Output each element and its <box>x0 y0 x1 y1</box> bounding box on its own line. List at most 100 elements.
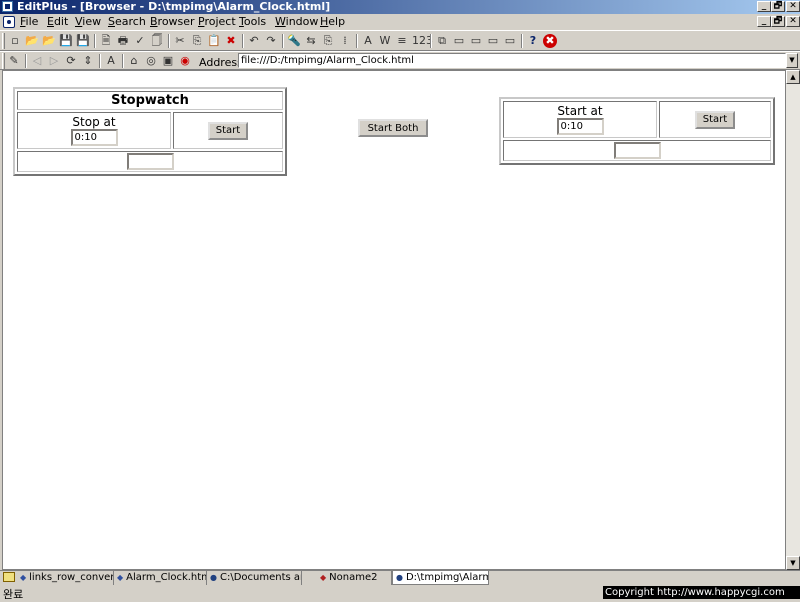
context-help-icon[interactable]: ? <box>526 34 540 48</box>
tab-alarm-clock[interactable]: ◆ Alarm_Clock.html <box>114 571 207 585</box>
document-tab-bar: ◆links_row_convert.h ◆Alarm_Clock.html ●… <box>0 570 800 585</box>
start-at-label: Start at <box>557 104 603 118</box>
window-3-icon[interactable]: ▭ <box>486 34 500 48</box>
back-icon[interactable]: ◁ <box>30 54 44 68</box>
delete-icon[interactable]: ✖ <box>224 34 238 48</box>
menu-window[interactable]: Window <box>275 15 318 29</box>
mdi-restore-button[interactable]: 🗗 <box>771 16 785 27</box>
menu-tools[interactable]: Tools <box>239 15 266 29</box>
window-1-icon[interactable]: ▭ <box>452 34 466 48</box>
screen-icon[interactable]: ⧉ <box>435 34 449 48</box>
start-both-button[interactable]: Start Both <box>358 119 428 137</box>
menu-search[interactable]: Search <box>108 15 146 29</box>
font-size-icon[interactable]: A <box>104 54 118 68</box>
stop-icon[interactable]: ✖ <box>543 34 557 48</box>
tab-links-row-convert[interactable]: ◆links_row_convert.h <box>17 571 114 585</box>
toolbar-grip[interactable] <box>2 33 5 49</box>
timer-display-cell <box>503 140 771 161</box>
home-icon[interactable]: ⌂ <box>127 54 141 68</box>
forward-icon[interactable]: ▷ <box>47 54 61 68</box>
folder-icon[interactable] <box>3 572 15 582</box>
window-2-icon[interactable]: ▭ <box>469 34 483 48</box>
status-bar: 완료 Copyright http://www.happycgi.com <box>0 585 800 601</box>
tab-noname2[interactable]: ◆ Noname2 <box>302 571 392 585</box>
timer-display-input[interactable] <box>613 142 661 159</box>
app-icon[interactable] <box>2 1 13 12</box>
tab-alarm-browser[interactable]: ● D:\tmpimg\Alarm <box>392 571 489 585</box>
edit-icon[interactable]: ✎ <box>7 54 21 68</box>
tab-documents[interactable]: ● C:\Documents an <box>207 571 302 585</box>
spellcheck-icon[interactable]: ✓ <box>133 34 147 48</box>
line-number-icon[interactable]: 123 <box>412 34 433 48</box>
toolbar-separator <box>430 34 432 48</box>
document-icon[interactable] <box>3 16 15 28</box>
window-4-icon[interactable]: ▭ <box>503 34 517 48</box>
print-icon[interactable]: 🖶 <box>116 34 130 48</box>
redo-icon[interactable]: ↷ <box>264 34 278 48</box>
menu-browser[interactable]: Browser <box>150 15 195 29</box>
find-icon[interactable]: 🔦 <box>287 34 301 48</box>
timer-start-button[interactable]: Start <box>694 110 736 129</box>
stop-at-cell: Stop at <box>17 112 171 149</box>
print-preview-icon[interactable]: 🗎 <box>99 34 113 48</box>
replace-icon[interactable]: ⇆ <box>304 34 318 48</box>
html-file-icon: ◆ <box>20 573 27 582</box>
toolbar-separator <box>521 34 523 48</box>
toolbar-grip[interactable] <box>2 53 5 69</box>
new-file-icon[interactable]: ▫ <box>8 34 22 48</box>
toolbar-separator <box>99 54 101 68</box>
stopwatch-title: Stopwatch <box>17 91 283 110</box>
stop-browser-icon[interactable]: ◉ <box>178 54 192 68</box>
vertical-scrollbar[interactable]: ▲ ▼ <box>786 70 800 570</box>
stopwatch-display-cell <box>17 151 283 172</box>
paste-icon[interactable]: 📋 <box>207 34 221 48</box>
cut-icon[interactable]: ✂ <box>173 34 187 48</box>
copy-text-icon[interactable]: ⎘ <box>321 34 335 48</box>
title-bar: EditPlus - [Browser - D:\tmpimg\Alarm_Cl… <box>0 0 800 14</box>
column-icon[interactable]: ⁞ <box>338 34 352 48</box>
mdi-minimize-button[interactable]: _ <box>757 16 771 27</box>
maximize-button[interactable]: 🗗 <box>771 1 785 12</box>
menu-file[interactable]: File <box>20 15 38 29</box>
indent-icon[interactable]: ≡ <box>395 34 409 48</box>
menu-edit[interactable]: Edit <box>47 15 68 29</box>
browser-content: Stopwatch Stop at Start Start Both Start… <box>2 70 786 570</box>
scroll-up-icon[interactable]: ▲ <box>786 70 800 84</box>
timer-start-cell: Start <box>659 101 771 138</box>
mdi-close-button[interactable]: ✕ <box>786 16 800 27</box>
menu-project[interactable]: Project <box>198 15 236 29</box>
stop-at-input[interactable] <box>70 129 118 146</box>
stopwatch-display-input[interactable] <box>126 153 174 170</box>
close-button[interactable]: ✕ <box>786 1 800 12</box>
refresh-icon[interactable]: ⟳ <box>64 54 78 68</box>
toolbar-separator <box>242 34 244 48</box>
browser-icon: ● <box>210 573 217 582</box>
menu-view[interactable]: View <box>75 15 101 29</box>
save-all-icon[interactable]: 💾 <box>76 34 90 48</box>
search-web-icon[interactable]: ◎ <box>144 54 158 68</box>
browser-toolbar: ✎ ◁▷⟳⇕ A ⌂◎▣◉ Address ▼ <box>0 51 800 70</box>
minimize-button[interactable]: _ <box>757 1 771 12</box>
start-at-input[interactable] <box>556 118 604 135</box>
open-remote-icon[interactable]: 📂 <box>42 34 56 48</box>
html-preview-icon[interactable]: 🗍 <box>150 34 164 48</box>
scroll-down-icon[interactable]: ▼ <box>786 556 800 570</box>
toolbar-separator <box>122 54 124 68</box>
stopwatch-table: Stopwatch Stop at Start <box>13 87 287 176</box>
menu-help[interactable]: Help <box>320 15 345 29</box>
word-wrap-icon[interactable]: W <box>378 34 392 48</box>
address-input[interactable] <box>238 53 786 68</box>
open-icon[interactable]: 📂 <box>25 34 39 48</box>
main-toolbar: ▫ 📂 📂 💾 💾 🗎 🖶 ✓ 🗍 ✂ ⎘ 📋 ✖ ↶ ↷ 🔦 ⇆ ⎘ ⁞ A W ≡ 123 ⧉ ▭ ▭ ▭ ▭? ✖ <box>0 30 800 51</box>
favorites-icon[interactable]: ▣ <box>161 54 175 68</box>
sync-icon[interactable]: ⇕ <box>81 54 95 68</box>
address-dropdown-icon[interactable]: ▼ <box>786 53 798 68</box>
stopwatch-start-button[interactable]: Start <box>207 121 249 140</box>
undo-icon[interactable]: ↶ <box>247 34 261 48</box>
font-icon[interactable]: A <box>361 34 375 48</box>
save-icon[interactable]: 💾 <box>59 34 73 48</box>
copy-icon[interactable]: ⎘ <box>190 34 204 48</box>
text-file-icon: ◆ <box>320 573 327 582</box>
stop-at-label: Stop at <box>72 115 116 129</box>
toolbar-separator <box>25 54 27 68</box>
